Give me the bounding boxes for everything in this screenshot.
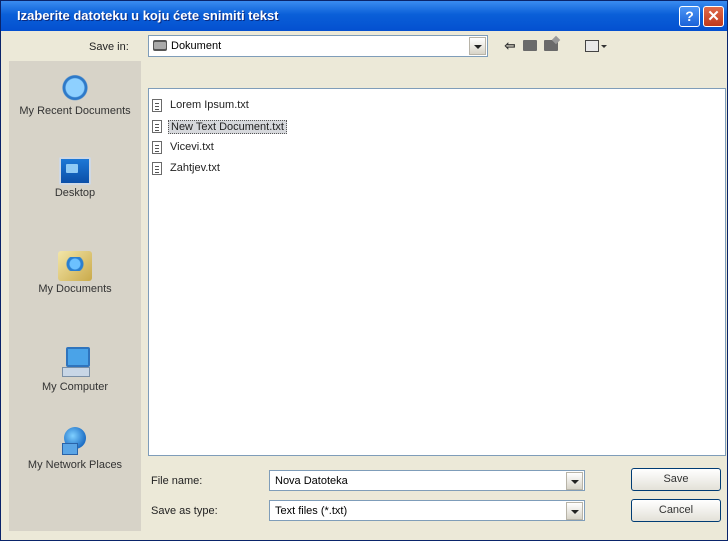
file-name: Vicevi.txt bbox=[170, 141, 214, 153]
close-button[interactable]: ✕ bbox=[703, 6, 724, 27]
place-label: My Documents bbox=[38, 283, 112, 295]
file-list[interactable]: Lorem Ipsum.txt New Text Document.txt Vi… bbox=[148, 88, 726, 456]
chevron-down-icon[interactable] bbox=[566, 502, 583, 520]
place-desktop[interactable]: Desktop bbox=[9, 157, 141, 200]
recent-documents-icon bbox=[57, 69, 93, 103]
place-my-documents[interactable]: My Documents bbox=[9, 251, 141, 296]
save-in-value: Dokument bbox=[171, 40, 222, 52]
dialog-title: Izaberite datoteku u koju ćete snimiti t… bbox=[17, 8, 279, 23]
text-file-icon bbox=[152, 162, 162, 175]
views-menu-icon[interactable] bbox=[583, 37, 607, 55]
save-in-dropdown[interactable]: Dokument bbox=[148, 35, 488, 57]
place-label: Desktop bbox=[54, 187, 96, 199]
place-my-network-places[interactable]: My Network Places bbox=[9, 423, 141, 472]
file-name: New Text Document.txt bbox=[168, 120, 287, 134]
chevron-down-icon[interactable] bbox=[566, 472, 583, 490]
my-computer-icon bbox=[58, 345, 92, 379]
my-documents-icon bbox=[58, 251, 92, 281]
save-button[interactable]: Save bbox=[631, 468, 721, 491]
file-name-label: File name: bbox=[151, 475, 203, 487]
back-arrow-icon[interactable]: ⇦ bbox=[501, 37, 519, 55]
file-name-input[interactable]: Nova Datoteka bbox=[269, 470, 585, 491]
file-name: Lorem Ipsum.txt bbox=[170, 99, 249, 111]
save-as-type-value: Text files (*.txt) bbox=[275, 505, 348, 517]
save-file-dialog: Izaberite datoteku u koju ćete snimiti t… bbox=[0, 0, 728, 541]
file-name-value: Nova Datoteka bbox=[275, 475, 348, 487]
places-bar: My Recent Documents Desktop My Documents… bbox=[9, 61, 141, 531]
chevron-down-icon[interactable] bbox=[469, 37, 486, 55]
save-as-type-dropdown[interactable]: Text files (*.txt) bbox=[269, 500, 585, 521]
text-file-icon bbox=[152, 99, 162, 112]
text-file-icon bbox=[152, 120, 162, 133]
help-button[interactable]: ? bbox=[679, 6, 700, 27]
desktop-icon bbox=[59, 157, 91, 185]
folder-icon bbox=[153, 40, 167, 51]
place-my-computer[interactable]: My Computer bbox=[9, 345, 141, 394]
network-places-icon bbox=[58, 423, 92, 457]
place-label: My Network Places bbox=[27, 459, 123, 471]
cancel-button[interactable]: Cancel bbox=[631, 499, 721, 522]
up-folder-icon[interactable] bbox=[521, 37, 539, 55]
title-bar[interactable]: Izaberite datoteku u koju ćete snimiti t… bbox=[1, 1, 727, 31]
place-label: My Recent Documents bbox=[19, 105, 131, 117]
new-folder-icon[interactable] bbox=[542, 37, 562, 55]
save-as-type-label: Save as type: bbox=[151, 505, 218, 517]
place-my-recent-documents[interactable]: My Recent Documents bbox=[9, 69, 141, 118]
save-in-label: Save in: bbox=[89, 41, 129, 53]
text-file-icon bbox=[152, 141, 162, 154]
file-name: Zahtjev.txt bbox=[170, 162, 220, 174]
place-label: My Computer bbox=[41, 381, 109, 393]
